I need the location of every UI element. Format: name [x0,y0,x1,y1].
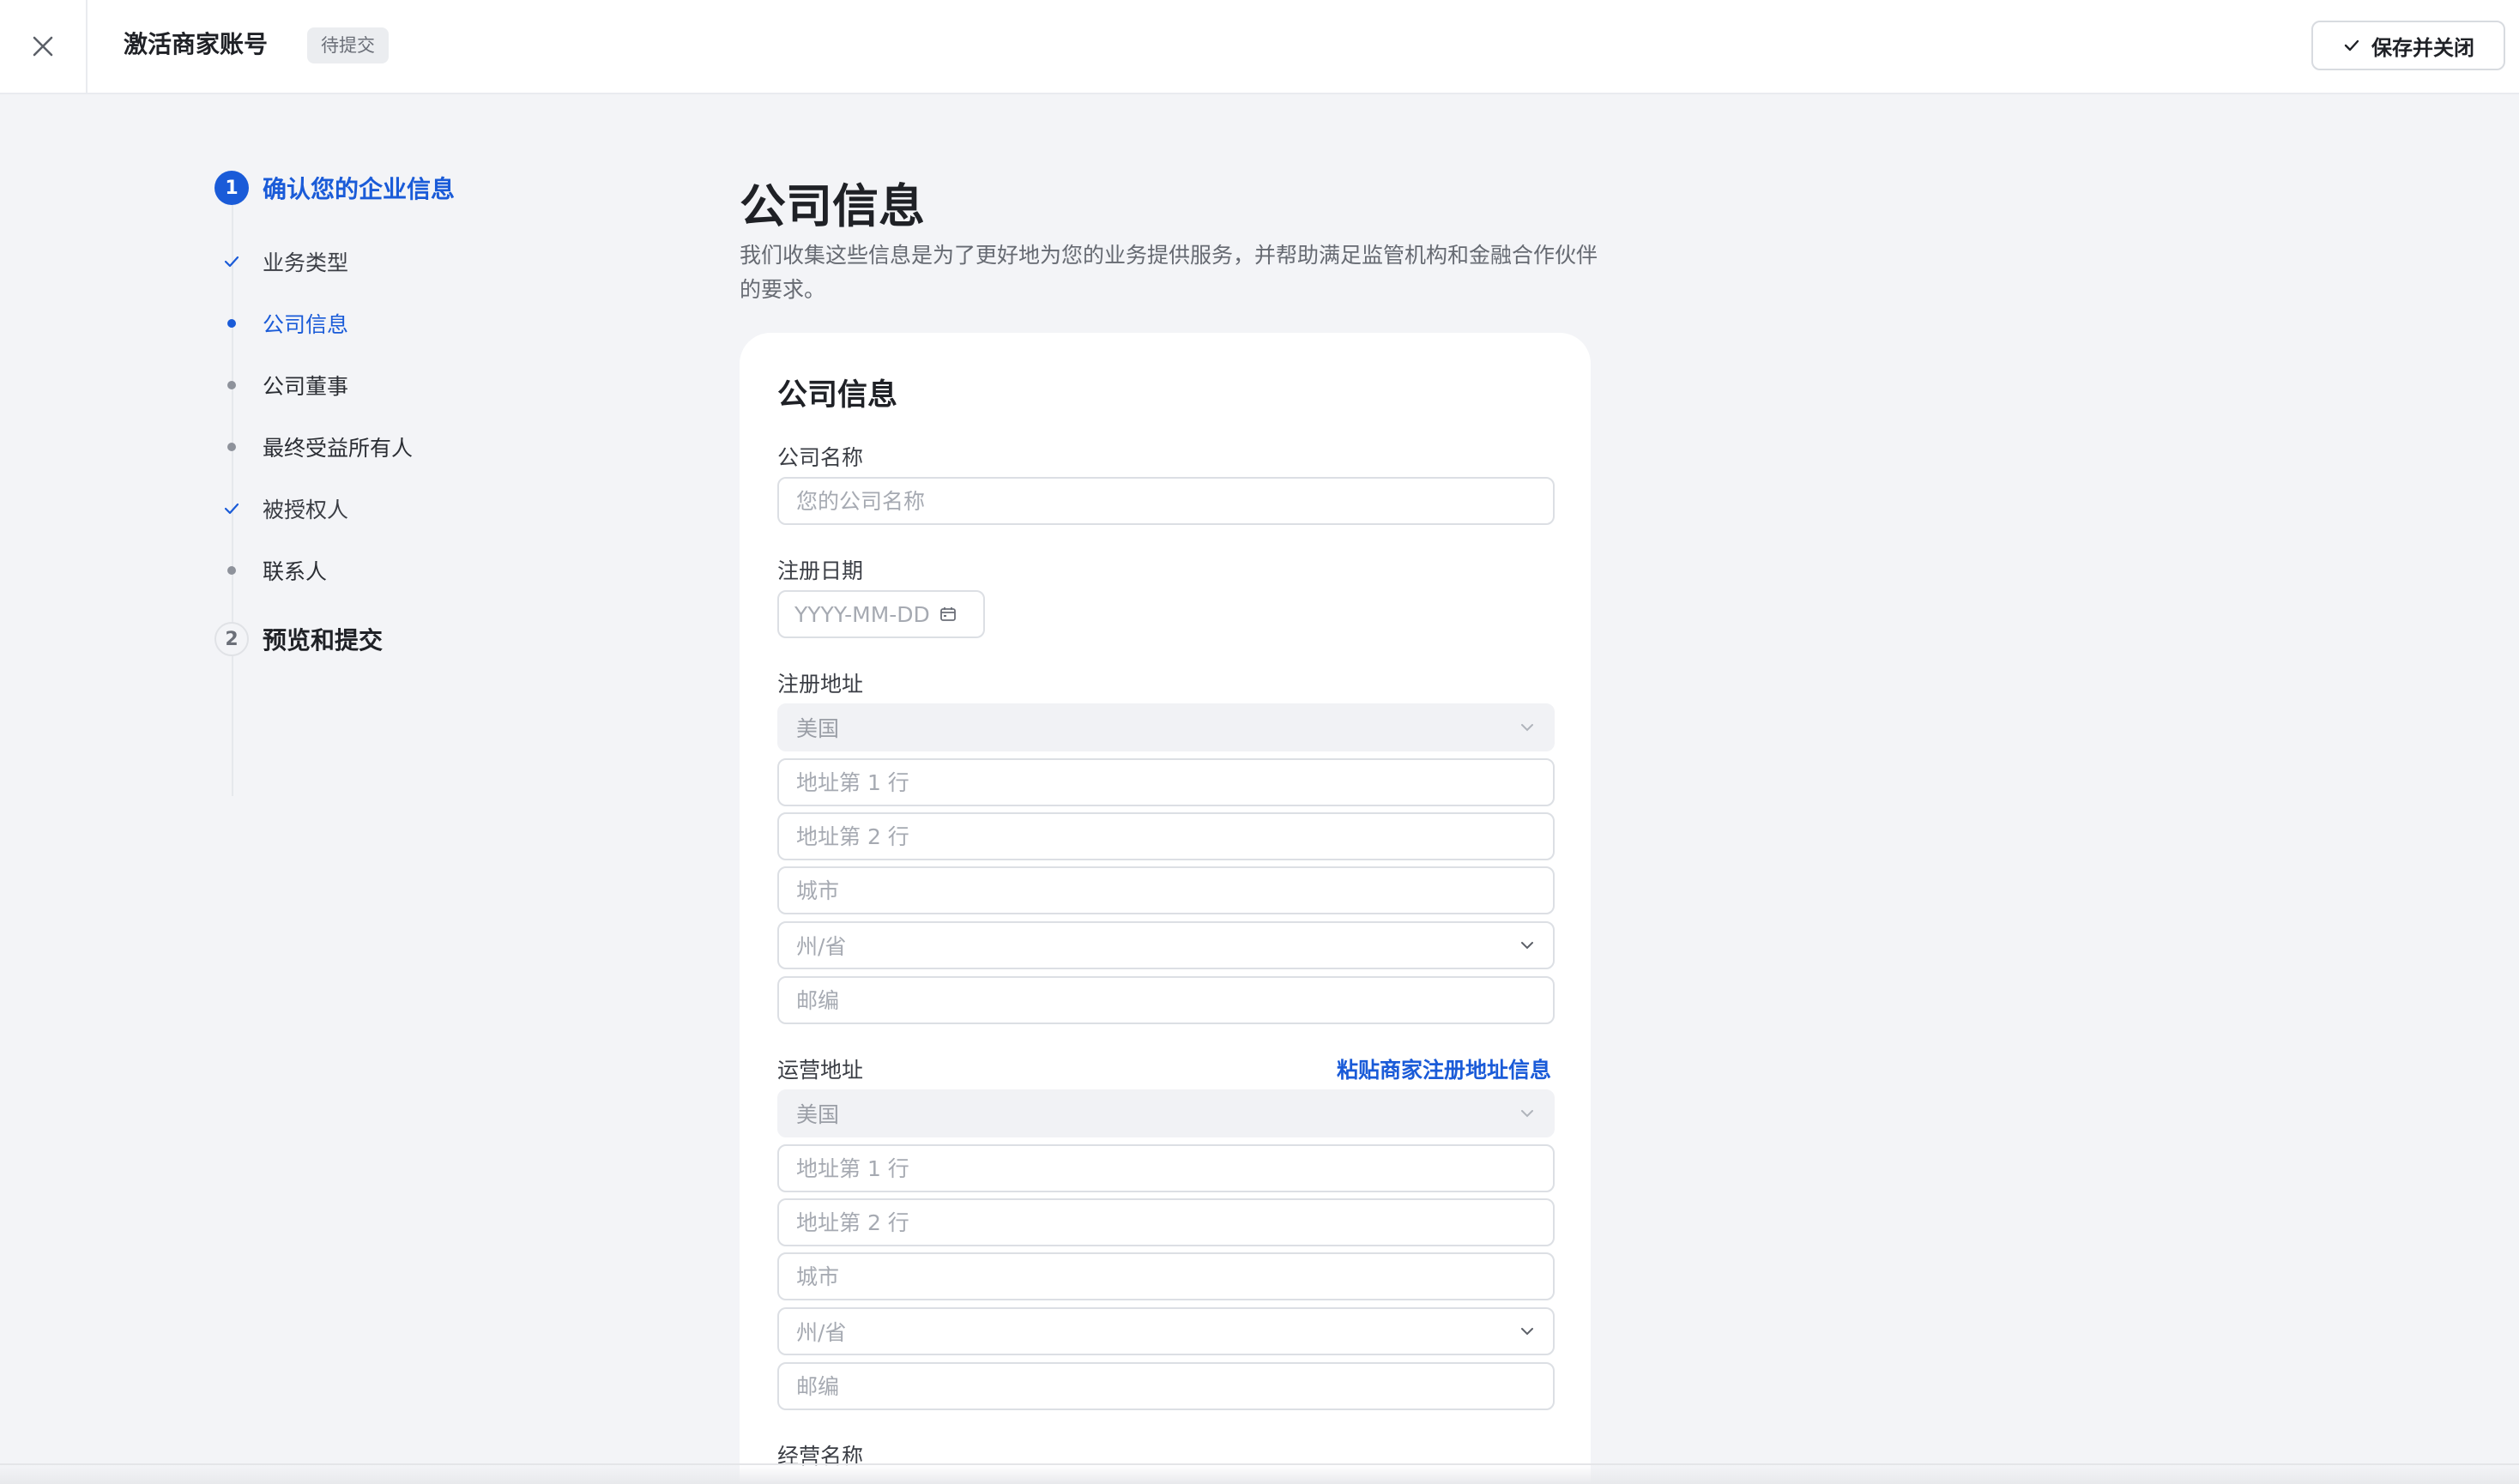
pending-step-dot-icon [227,566,236,575]
operating-address-label: 运营地址 [777,1058,864,1083]
step-2-label: 预览和提交 [263,626,384,655]
step-2-number: 2 [214,622,249,656]
substep-label: 被授权人 [263,498,349,522]
registered-country-select[interactable]: 美国 [777,703,1555,751]
operating-zip-input[interactable] [777,1362,1555,1410]
chevron-down-icon [1521,1110,1533,1118]
calendar-icon [939,607,956,621]
status-badge: 待提交 [307,27,389,63]
country-value: 美国 [796,716,840,741]
substep-company-info[interactable]: 公司信息 [214,306,348,341]
substep-directors[interactable]: 公司董事 [214,368,348,402]
substep-label: 公司董事 [263,374,349,399]
state-placeholder: 州/省 [796,934,847,959]
registered-zip-input[interactable] [777,976,1555,1024]
pending-step-dot-icon [227,381,236,389]
substep-authorized-person[interactable]: 被授权人 [214,492,348,526]
bottom-edge [0,1463,2519,1484]
step-1-label: 确认您的企业信息 [263,175,456,203]
date-placeholder: YYYY-MM-DD [794,601,930,627]
company-name-input[interactable] [777,477,1555,525]
check-icon [224,503,239,515]
company-info-card: 公司信息 公司名称 注册日期 YYYY-MM-DD 注册地址 美国 州/省 运营… [740,333,1591,1484]
operating-address-line1-input[interactable] [777,1144,1555,1192]
chevron-down-icon [1521,942,1533,950]
step-1[interactable]: 1 确认您的企业信息 [214,170,455,206]
substep-label: 业务类型 [263,250,349,275]
section-title: 公司信息 [740,179,925,233]
step-1-number: 1 [214,171,249,205]
company-name-label: 公司名称 [777,445,864,470]
save-and-close-label: 保存并关闭 [2371,35,2474,60]
page-title: 激活商家账号 [124,30,269,58]
registration-date-input[interactable]: YYYY-MM-DD [777,590,985,638]
operating-address-line2-input[interactable] [777,1198,1555,1246]
registered-state-select[interactable]: 州/省 [777,921,1555,969]
top-bar: 激活商家账号 待提交 保存并关闭 [0,0,2519,94]
registered-address-label: 注册地址 [777,672,864,697]
registration-date-label: 注册日期 [777,558,864,583]
registered-address-line1-input[interactable] [777,758,1555,806]
close-icon [33,36,53,57]
operating-state-select[interactable]: 州/省 [777,1307,1555,1355]
substep-label: 最终受益所有人 [263,436,414,461]
check-icon [2344,39,2359,51]
substep-business-type[interactable]: 业务类型 [214,244,348,279]
card-title: 公司信息 [777,378,898,413]
section-description: 我们收集这些信息是为了更好地为您的业务提供服务，并帮助满足监管机构和金融合作伙伴… [740,243,1598,302]
registered-city-input[interactable] [777,866,1555,914]
substep-label: 公司信息 [263,312,349,337]
check-icon [224,256,239,268]
chevron-down-icon [1521,724,1533,732]
country-value: 美国 [796,1102,840,1127]
operating-city-input[interactable] [777,1252,1555,1300]
operating-country-select[interactable]: 美国 [777,1089,1555,1137]
pending-step-dot-icon [227,443,236,451]
close-button[interactable] [0,0,88,93]
save-and-close-button[interactable]: 保存并关闭 [2311,21,2505,70]
registered-address-line2-input[interactable] [777,812,1555,860]
current-step-dot-icon [227,319,236,328]
substep-beneficial-owners[interactable]: 最终受益所有人 [214,430,413,464]
state-placeholder: 州/省 [796,1320,847,1345]
chevron-down-icon [1521,1328,1533,1336]
paste-registered-address-link[interactable]: 粘贴商家注册地址信息 [1337,1053,1551,1084]
substep-contact[interactable]: 联系人 [214,553,327,588]
substep-label: 联系人 [263,559,328,584]
step-2[interactable]: 2 预览和提交 [214,621,383,657]
